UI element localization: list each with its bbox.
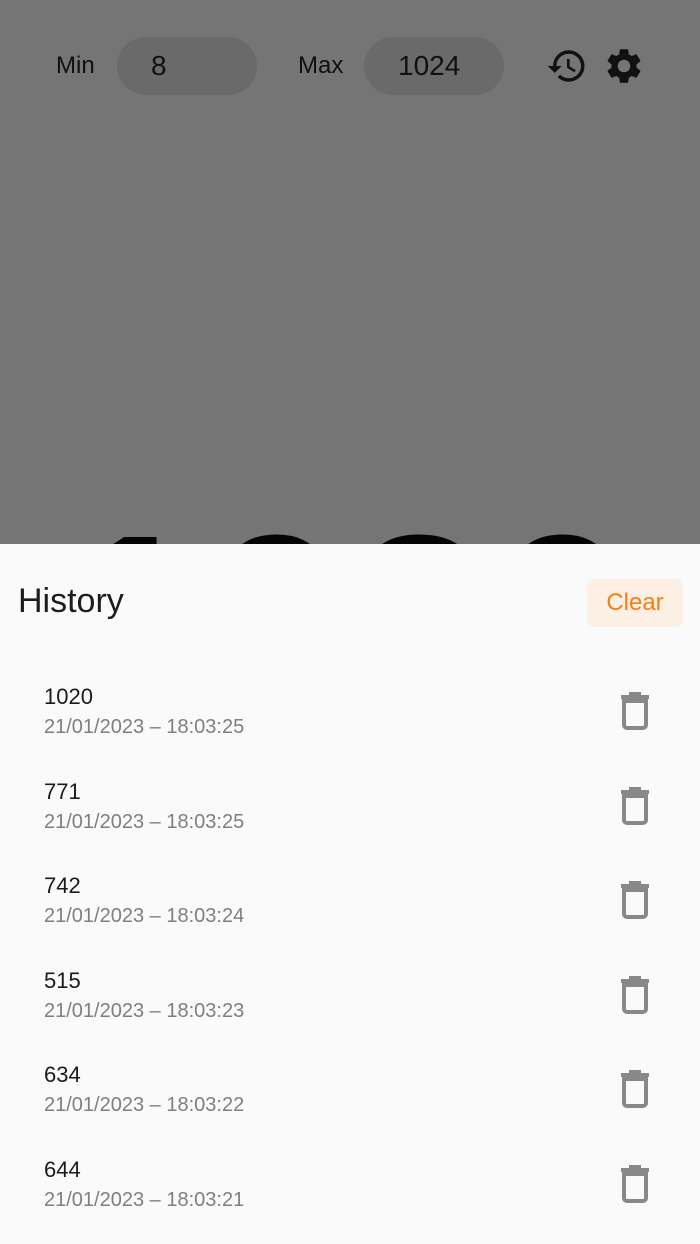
history-item: 634 21/01/2023 – 18:03:22 (0, 1052, 700, 1147)
history-timestamp: 21/01/2023 – 18:03:22 (44, 1094, 245, 1117)
trash-icon[interactable] (618, 690, 652, 730)
history-item: 771 21/01/2023 – 18:03:25 (0, 769, 700, 864)
gear-icon[interactable] (603, 45, 645, 87)
trash-icon[interactable] (618, 879, 652, 920)
history-value: 515 (44, 967, 81, 993)
history-sheet: History Clear 1020 21/01/2023 – 18:03:25… (0, 544, 700, 1244)
trash-icon[interactable] (618, 785, 652, 825)
max-label: Max (298, 52, 344, 79)
history-item: 515 21/01/2023 – 18:03:23 (0, 958, 700, 1053)
history-list: 1020 21/01/2023 – 18:03:25 771 21/01/202… (0, 674, 700, 1242)
history-timestamp: 21/01/2023 – 18:03:24 (44, 905, 245, 928)
clear-button[interactable]: Clear (587, 579, 683, 627)
min-label: Min (56, 52, 95, 79)
sheet-title: History (18, 582, 124, 620)
trash-icon[interactable] (618, 1068, 652, 1109)
history-item: 1020 21/01/2023 – 18:03:25 (0, 674, 700, 769)
min-input[interactable]: 8 (117, 37, 257, 95)
history-icon[interactable] (546, 45, 588, 87)
history-value: 644 (44, 1156, 81, 1182)
top-bar: Min 8 Max 1024 (0, 0, 700, 130)
history-timestamp: 21/01/2023 – 18:03:21 (44, 1188, 245, 1211)
history-item: 742 21/01/2023 – 18:03:24 (0, 863, 700, 958)
trash-icon[interactable] (618, 974, 652, 1014)
max-input[interactable]: 1024 (364, 37, 504, 95)
history-value: 634 (44, 1062, 81, 1088)
history-value: 1020 (44, 684, 93, 709)
history-timestamp: 21/01/2023 – 18:03:23 (44, 999, 245, 1022)
history-item: 644 21/01/2023 – 18:03:21 (0, 1147, 700, 1242)
history-timestamp: 21/01/2023 – 18:03:25 (44, 810, 245, 833)
trash-icon[interactable] (618, 1163, 652, 1203)
history-value: 771 (44, 778, 81, 804)
history-timestamp: 21/01/2023 – 18:03:25 (44, 716, 245, 738)
history-value: 742 (44, 873, 81, 899)
